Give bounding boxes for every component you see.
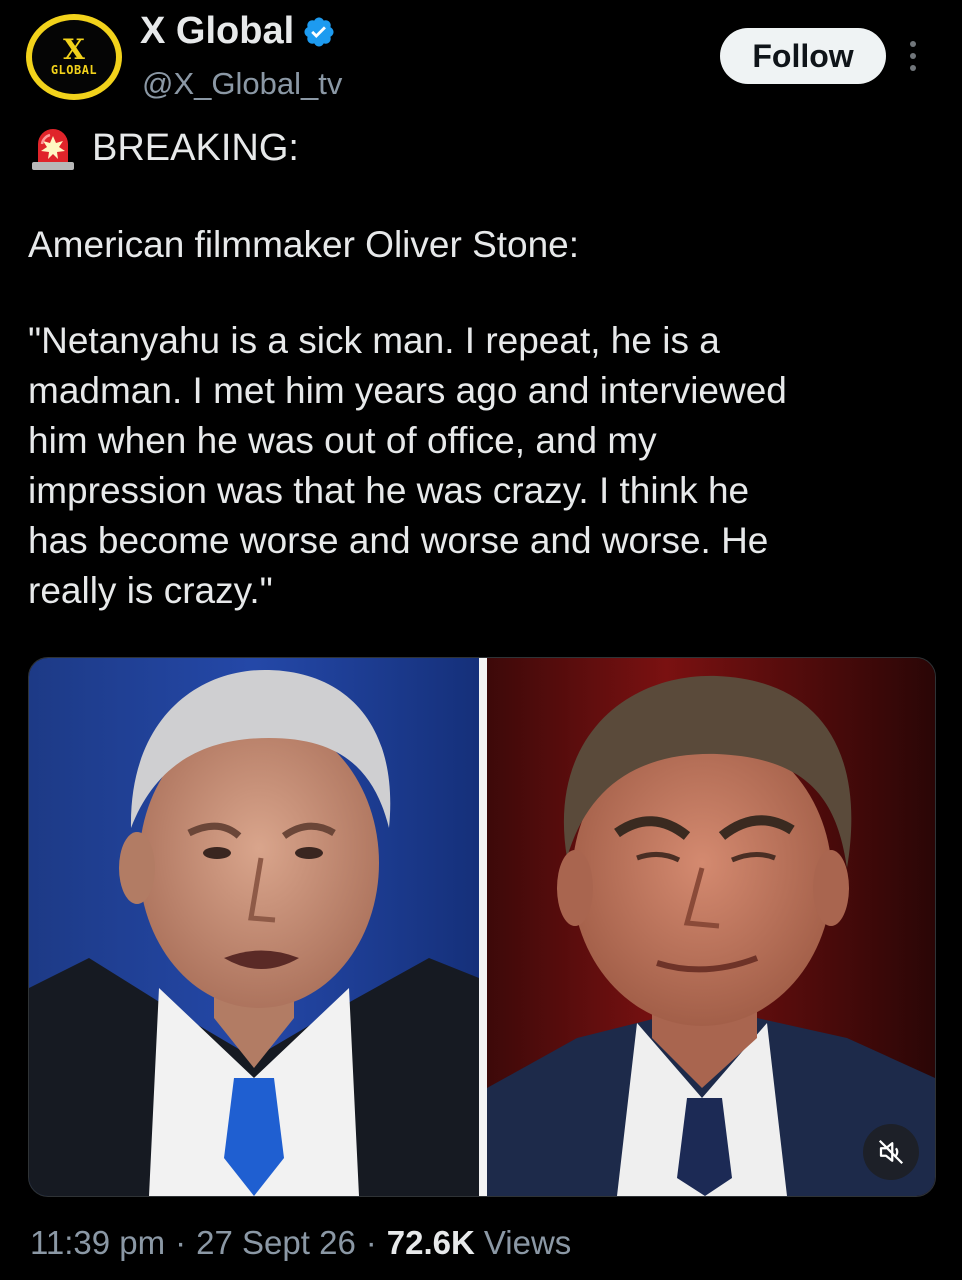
intro-line: American filmmaker Oliver Stone: bbox=[28, 224, 580, 265]
tweet-detail: X GLOBAL X Global @X_Global_tv Follow BR… bbox=[0, 0, 962, 1280]
author-name-row[interactable]: X Global bbox=[140, 10, 336, 53]
breaking-label: BREAKING: bbox=[92, 126, 299, 169]
tweet-text: BREAKING: American filmmaker Oliver Ston… bbox=[28, 120, 938, 616]
mute-toggle-button[interactable] bbox=[863, 1124, 919, 1180]
police-siren-icon bbox=[32, 129, 74, 170]
tweet-meta: 11:39 pm · 27 Sept 26 · 72.6K Views bbox=[30, 1224, 571, 1262]
breaking-line: BREAKING: bbox=[28, 120, 938, 176]
quote-line: him when he was out of office, and my bbox=[28, 420, 657, 461]
quote-line: madman. I met him years ago and intervie… bbox=[28, 370, 787, 411]
tweet-time[interactable]: 11:39 pm bbox=[30, 1224, 165, 1262]
avatar-logo: X GLOBAL bbox=[32, 20, 116, 94]
meta-separator: · bbox=[175, 1224, 187, 1261]
media-video[interactable] bbox=[28, 657, 936, 1197]
portrait-left bbox=[29, 658, 479, 1196]
views-count[interactable]: 72.6K bbox=[387, 1224, 475, 1262]
avatar-text: GLOBAL bbox=[50, 63, 98, 77]
meta-separator: · bbox=[365, 1224, 377, 1261]
avatar-letter: X bbox=[63, 33, 85, 66]
portrait-right bbox=[487, 658, 935, 1196]
display-name[interactable]: X Global bbox=[140, 10, 294, 53]
quote-line: impression was that he was crazy. I thin… bbox=[28, 470, 750, 511]
follow-button[interactable]: Follow bbox=[720, 28, 886, 84]
avatar[interactable]: X GLOBAL bbox=[26, 14, 122, 100]
tweet-date[interactable]: 27 Sept 26 bbox=[196, 1224, 356, 1262]
author-handle[interactable]: @X_Global_tv bbox=[142, 66, 342, 102]
quote-line: really is crazy." bbox=[28, 570, 273, 611]
image-divider bbox=[479, 658, 487, 1196]
quote-line: has become worse and worse and worse. He bbox=[28, 520, 769, 561]
verified-badge-icon bbox=[304, 16, 334, 47]
views-label: Views bbox=[483, 1224, 572, 1261]
more-vertical-icon[interactable] bbox=[906, 38, 920, 74]
quote-line: "Netanyahu is a sick man. I repeat, he i… bbox=[28, 320, 720, 361]
speaker-muted-icon bbox=[878, 1139, 904, 1165]
quote-block: "Netanyahu is a sick man. I repeat, he i… bbox=[28, 316, 938, 616]
